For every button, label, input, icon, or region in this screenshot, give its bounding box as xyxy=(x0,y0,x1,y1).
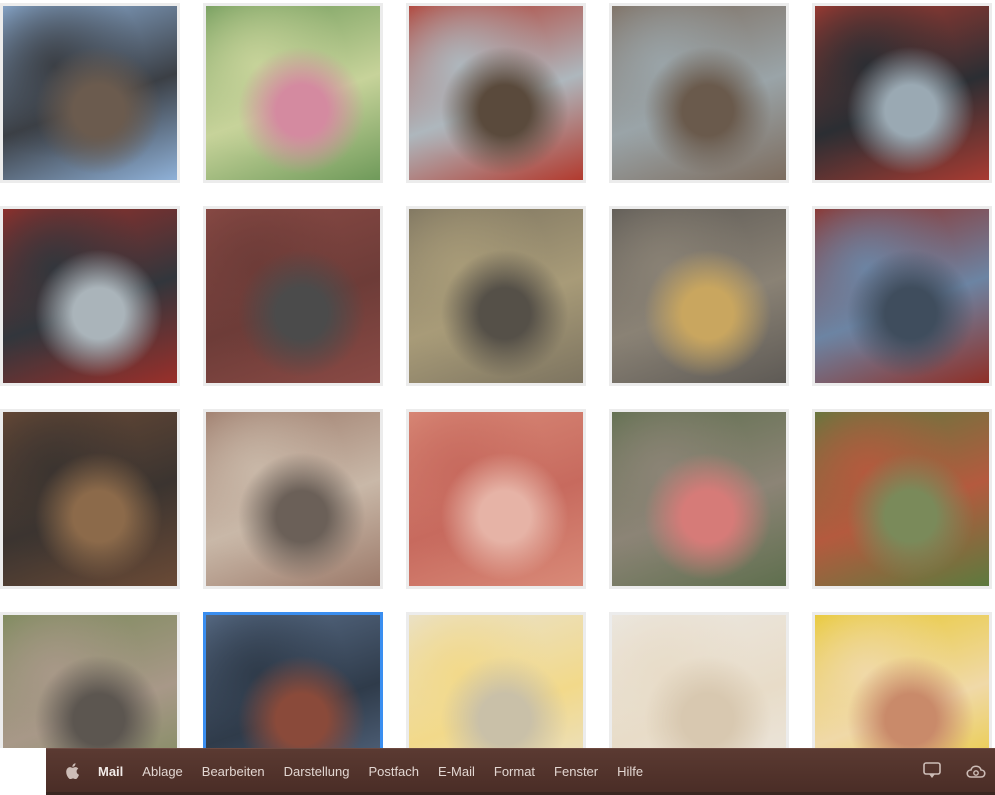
photo-image xyxy=(409,6,583,180)
photo-image xyxy=(612,412,786,586)
photo-thumbnail[interactable]: mackerel and knife, red boathouse xyxy=(406,3,586,183)
photo-thumbnail[interactable]: king crabs on stool xyxy=(203,409,383,589)
photo-image xyxy=(815,412,989,586)
menu-bearbeiten[interactable]: Bearbeiten xyxy=(202,764,265,779)
photo-image xyxy=(612,6,786,180)
menu-darstellung[interactable]: Darstellung xyxy=(284,764,350,779)
photo-thumbnail[interactable]: shell on pebbles xyxy=(406,206,586,386)
menu-format[interactable]: Format xyxy=(494,764,535,779)
menu-bar: Mail Ablage Bearbeiten Darstellung Postf… xyxy=(46,748,995,793)
photo-image xyxy=(206,6,380,180)
notification-icon[interactable] xyxy=(923,762,943,780)
menu-email[interactable]: E-Mail xyxy=(438,764,475,779)
photo-thumbnail[interactable]: mackerel in pan, red houses xyxy=(812,3,992,183)
photo-thumbnail[interactable]: razor clams on wood xyxy=(609,206,789,386)
photo-thumbnail[interactable]: old lobster trap xyxy=(0,409,180,589)
creative-cloud-icon[interactable] xyxy=(965,762,987,780)
photo-image xyxy=(3,209,177,383)
photo-thumbnail[interactable]: crab on red rock xyxy=(203,206,383,386)
photo-image xyxy=(3,6,177,180)
menu-fenster[interactable]: Fenster xyxy=(554,764,598,779)
photo-thumbnail[interactable]: mackerel in pan, red house with window xyxy=(0,206,180,386)
photo-image xyxy=(3,412,177,586)
apple-logo-icon[interactable] xyxy=(66,763,80,779)
photo-thumbnail[interactable]: two mackerel on wooden board xyxy=(609,3,789,183)
photo-thumbnail[interactable]: pan of mussels by the sea xyxy=(0,3,180,183)
photo-thumbnail[interactable]: sea urchins underwater xyxy=(203,3,383,183)
photo-grid: pan of mussels by the seasea urchins und… xyxy=(0,0,995,792)
photo-image xyxy=(206,412,380,586)
photo-thumbnail[interactable]: handful of shrimps xyxy=(406,409,586,589)
menu-hilfe[interactable]: Hilfe xyxy=(617,764,643,779)
photo-thumbnail[interactable]: brown crab on wood xyxy=(812,409,992,589)
menu-app-mail[interactable]: Mail xyxy=(98,764,123,779)
menu-postfach[interactable]: Postfach xyxy=(368,764,419,779)
photo-image xyxy=(409,209,583,383)
photo-thumbnail[interactable]: red boathouse on stilts xyxy=(812,206,992,386)
photo-thumbnail[interactable]: three shrimps on wood xyxy=(609,409,789,589)
photo-image xyxy=(815,209,989,383)
photo-image xyxy=(206,209,380,383)
photo-image xyxy=(815,6,989,180)
menu-ablage[interactable]: Ablage xyxy=(142,764,182,779)
photo-image xyxy=(409,412,583,586)
desktop-gap xyxy=(0,748,46,795)
photo-image xyxy=(612,209,786,383)
